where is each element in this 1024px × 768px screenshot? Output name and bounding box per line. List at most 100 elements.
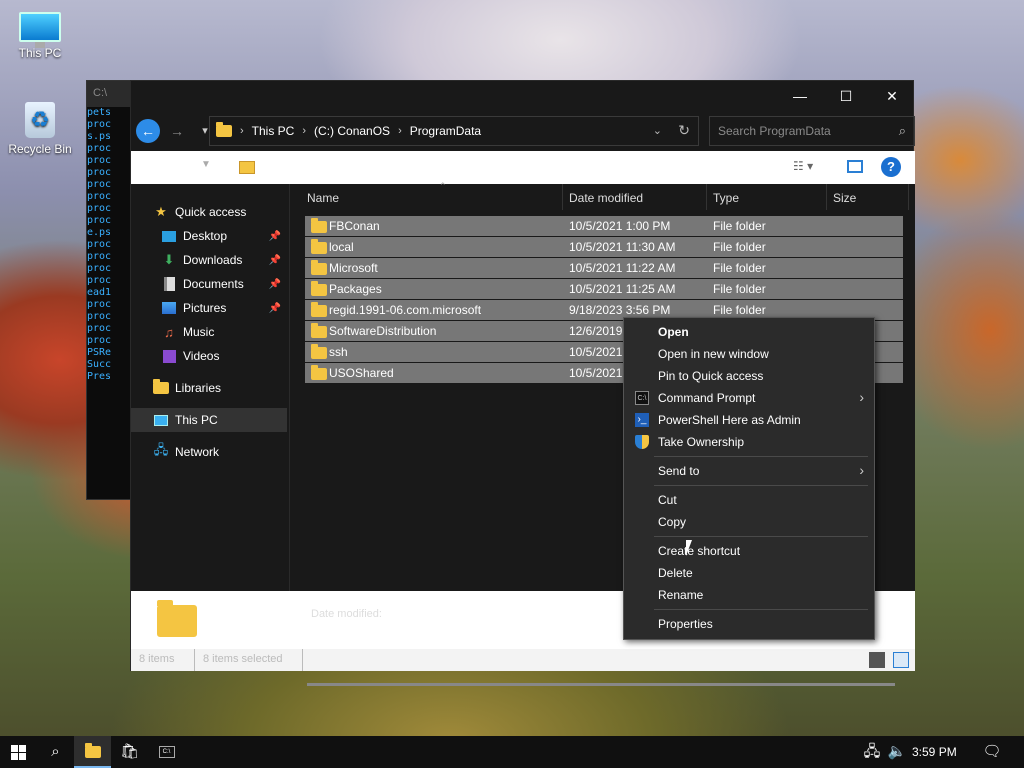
file-date-cell: 10/5/2021	[569, 366, 623, 380]
search-button[interactable]: ⌕	[37, 736, 74, 768]
file-row[interactable]: Packages 10/5/2021 11:25 AM File folder	[305, 279, 903, 299]
sidebar-item-network[interactable]: 🖧 Network	[131, 440, 287, 464]
pane-splitter[interactable]	[289, 184, 290, 591]
file-name-cell: ssh	[329, 345, 348, 359]
forward-button[interactable]: →	[165, 119, 189, 143]
search-icon[interactable]: ⌕	[899, 123, 906, 139]
menu-item-label: Command Prompt	[658, 391, 756, 405]
volume-muted-icon[interactable]: 🔈	[884, 736, 910, 768]
file-row[interactable]: FBConan 10/5/2021 1:00 PM File folder	[305, 216, 903, 236]
breadcrumb-separator-icon[interactable]: ›	[240, 125, 244, 137]
context-menu: Open Open in new window Pin to Quick acc…	[623, 317, 875, 640]
address-bar[interactable]: › This PC › (C:) ConanOS › ProgramData ⌄…	[209, 116, 699, 146]
large-icons-view-icon[interactable]	[893, 652, 909, 668]
file-date-cell: 10/5/2021 11:30 AM	[569, 240, 676, 254]
sidebar-item-music[interactable]: ♫ Music	[131, 320, 287, 344]
breadcrumb-separator-icon[interactable]: ›	[302, 125, 306, 137]
file-name-cell: USOShared	[329, 366, 394, 380]
column-header-name[interactable]: Name ⌃	[301, 181, 563, 210]
breadcrumb-drive[interactable]: (C:) ConanOS	[314, 124, 390, 138]
horizontal-scrollbar[interactable]	[307, 683, 895, 686]
menu-item-open-new-window[interactable]: Open in new window	[624, 343, 874, 365]
sidebar-item-libraries[interactable]: Libraries	[131, 376, 287, 400]
folder-icon	[311, 281, 327, 296]
folder-icon	[311, 218, 327, 233]
column-header-size[interactable]: Size	[827, 184, 909, 210]
menu-item-label: Send to	[658, 464, 700, 478]
column-header-type[interactable]: Type	[707, 184, 827, 210]
menu-item-cut[interactable]: Cut	[624, 489, 874, 511]
sidebar-item-quick-access[interactable]: ★ Quick access	[131, 200, 287, 224]
menu-item-properties[interactable]: Properties	[624, 613, 874, 635]
menu-item-powershell-admin[interactable]: ›_ PowerShell Here as Admin	[624, 409, 874, 431]
search-input[interactable]: Search ProgramData ⌕	[709, 116, 915, 146]
maximize-button[interactable]: ☐	[823, 81, 869, 111]
start-button[interactable]	[0, 736, 37, 768]
help-icon[interactable]: ?	[881, 157, 901, 177]
search-placeholder: Search ProgramData	[718, 124, 831, 138]
notifications-icon[interactable]: 🗨	[974, 736, 1010, 768]
close-button[interactable]: ✕	[869, 81, 915, 111]
details-view-icon[interactable]	[869, 652, 885, 668]
sidebar-item-label: Quick access	[175, 205, 247, 219]
sidebar-item-desktop[interactable]: Desktop 📌	[131, 224, 287, 248]
sidebar-item-pictures[interactable]: Pictures 📌	[131, 296, 287, 320]
breadcrumb-this-pc[interactable]: This PC	[252, 124, 295, 138]
menu-item-command-prompt[interactable]: C:\ Command Prompt ›	[624, 387, 874, 409]
mouse-cursor-icon	[686, 540, 692, 556]
taskbar-command-prompt[interactable]: C:\	[148, 736, 185, 768]
network-tray-icon[interactable]: 🖧	[858, 736, 886, 768]
minimize-button[interactable]: —	[777, 81, 823, 111]
menu-item-label: Delete	[658, 566, 693, 580]
libraries-icon	[153, 379, 169, 396]
cmd-title: C:\	[93, 87, 108, 99]
file-row[interactable]: local 10/5/2021 11:30 AM File folder	[305, 237, 903, 257]
menu-item-rename[interactable]: Rename	[624, 584, 874, 606]
clock[interactable]: 3:59 PM	[912, 745, 957, 759]
recycle-bin-icon: ♻	[25, 102, 55, 138]
pin-icon[interactable]: 📌	[269, 279, 281, 290]
preview-pane-icon[interactable]	[847, 160, 863, 173]
taskbar-store[interactable]: 🛍	[111, 736, 148, 768]
menu-item-create-shortcut[interactable]: Create shortcut	[624, 540, 874, 562]
breadcrumb-programdata[interactable]: ProgramData	[410, 124, 481, 138]
pin-icon[interactable]: 📌	[269, 231, 281, 242]
powershell-icon: ›_	[635, 413, 649, 427]
back-button[interactable]: ←	[136, 119, 160, 143]
sidebar-item-downloads[interactable]: ⬇ Downloads 📌	[131, 248, 287, 272]
menu-separator	[654, 456, 868, 457]
download-icon: ⬇	[163, 252, 175, 267]
desktop-icon-recycle-bin[interactable]: ♻ Recycle Bin	[2, 102, 78, 156]
menu-item-pin-quick-access[interactable]: Pin to Quick access	[624, 365, 874, 387]
new-folder-icon[interactable]	[239, 161, 255, 174]
pin-icon[interactable]: 📌	[269, 303, 281, 314]
desktop-icon-this-pc[interactable]: This PC	[2, 12, 78, 60]
file-name-cell: FBConan	[329, 219, 380, 233]
address-dropdown-icon[interactable]: ⌄	[653, 124, 662, 137]
taskbar-file-explorer[interactable]	[74, 736, 111, 768]
status-selected-count: 8 items selected	[195, 649, 303, 671]
menu-item-take-ownership[interactable]: Take Ownership	[624, 431, 874, 453]
menu-item-delete[interactable]: Delete	[624, 562, 874, 584]
column-header-date[interactable]: Date modified	[563, 184, 707, 210]
menu-item-open[interactable]: Open	[624, 321, 874, 343]
file-date-cell: 10/5/2021 11:22 AM	[569, 261, 676, 275]
file-date-cell: 10/5/2021 11:25 AM	[569, 282, 676, 296]
ribbon-chevron-icon[interactable]: ▼	[201, 159, 211, 170]
titlebar[interactable]: — ☐ ✕	[131, 81, 913, 111]
breadcrumb-separator-icon[interactable]: ›	[398, 125, 402, 137]
desktop-icon-label: This PC	[18, 46, 62, 60]
file-row[interactable]: Microsoft 10/5/2021 11:22 AM File folder	[305, 258, 903, 278]
view-options-icon[interactable]: ☷ ▾	[793, 159, 813, 173]
refresh-icon[interactable]: ↻	[678, 122, 690, 139]
submenu-arrow-icon: ›	[859, 462, 864, 478]
sidebar-item-videos[interactable]: Videos	[131, 344, 287, 368]
pin-icon[interactable]: 📌	[269, 255, 281, 266]
sidebar-item-documents[interactable]: Documents 📌	[131, 272, 287, 296]
folder-icon	[84, 743, 101, 759]
menu-item-send-to[interactable]: Send to ›	[624, 460, 874, 482]
sidebar-item-label: Network	[175, 445, 220, 459]
sidebar-item-label: Documents	[183, 277, 244, 291]
sidebar-item-this-pc[interactable]: This PC	[131, 408, 287, 432]
menu-item-copy[interactable]: Copy	[624, 511, 874, 533]
